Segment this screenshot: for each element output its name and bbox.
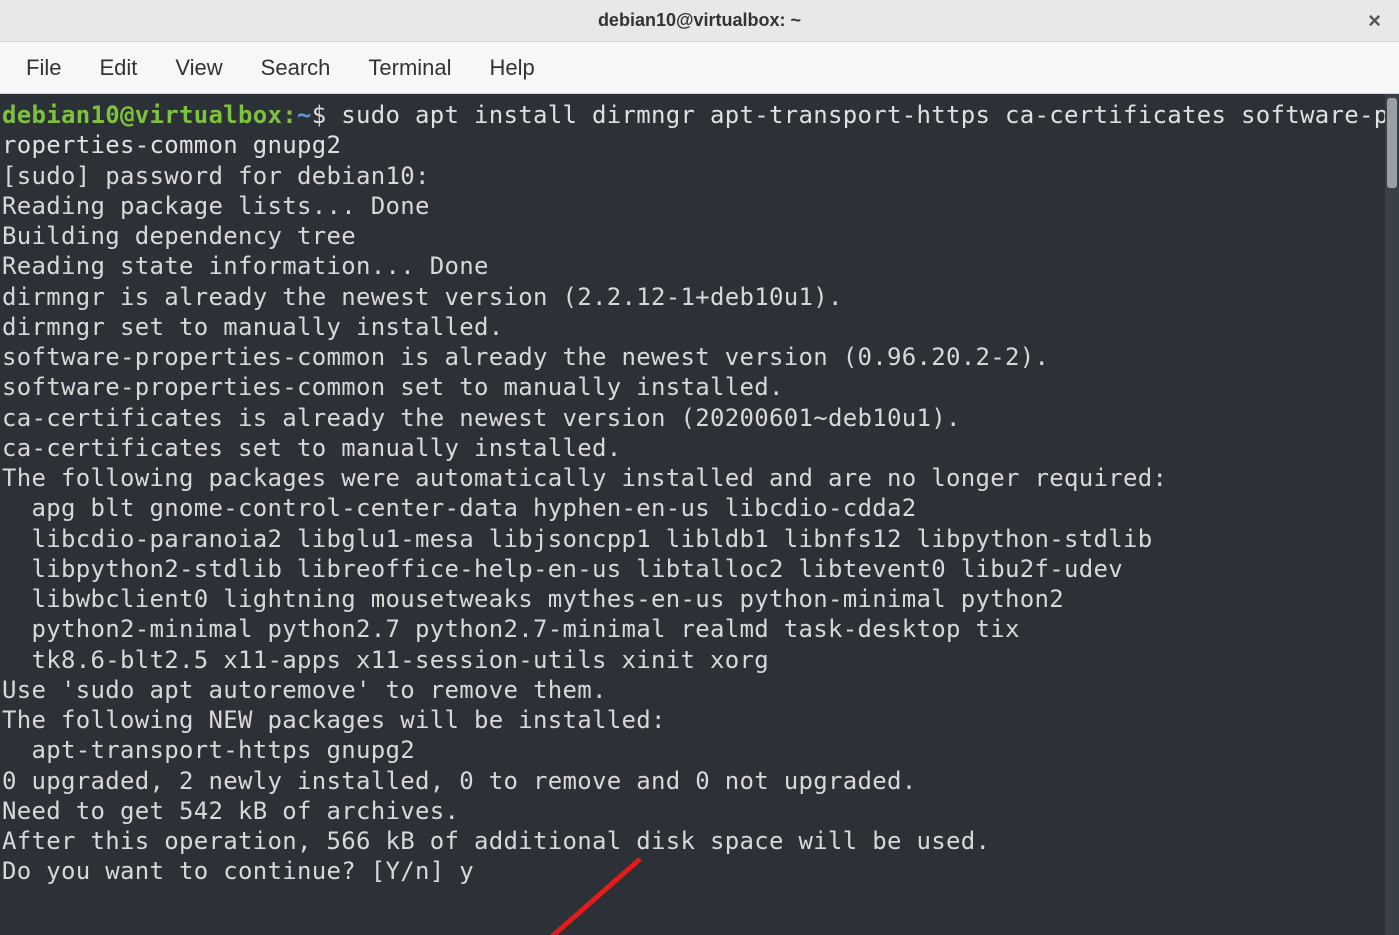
output-line: Need to get 542 kB of archives. bbox=[2, 797, 459, 825]
output-line: [sudo] password for debian10: bbox=[2, 162, 444, 190]
menu-item-terminal[interactable]: Terminal bbox=[354, 49, 465, 87]
output-line: ca-certificates is already the newest ve… bbox=[2, 404, 961, 432]
output-line: The following packages were automaticall… bbox=[2, 464, 1167, 492]
output-line: dirmngr is already the newest version (2… bbox=[2, 283, 843, 311]
terminal-window: debian10@virtualbox: ~ × File Edit View … bbox=[0, 0, 1399, 935]
output-line: libwbclient0 lightning mousetweaks mythe… bbox=[2, 585, 1064, 613]
output-line: software-properties-common is already th… bbox=[2, 343, 1049, 371]
menu-item-search[interactable]: Search bbox=[247, 49, 345, 87]
close-icon[interactable]: × bbox=[1368, 10, 1381, 32]
menu-item-file[interactable]: File bbox=[12, 49, 75, 87]
output-line: Do you want to continue? [Y/n] y bbox=[2, 857, 474, 885]
prompt-path: ~ bbox=[297, 101, 312, 129]
prompt-sigil: $ bbox=[312, 101, 342, 129]
scrollbar[interactable] bbox=[1385, 94, 1399, 935]
menu-item-help[interactable]: Help bbox=[476, 49, 549, 87]
output-line: libpython2-stdlib libreoffice-help-en-us… bbox=[2, 555, 1123, 583]
output-line: Reading package lists... Done bbox=[2, 192, 430, 220]
menu-item-view[interactable]: View bbox=[161, 49, 236, 87]
output-line: dirmngr set to manually installed. bbox=[2, 313, 503, 341]
output-line: Building dependency tree bbox=[2, 222, 459, 250]
output-line: ca-certificates set to manually installe… bbox=[2, 434, 621, 462]
titlebar[interactable]: debian10@virtualbox: ~ × bbox=[0, 0, 1399, 42]
output-line: Reading state information... Done bbox=[2, 252, 489, 280]
output-line: Use 'sudo apt autoremove' to remove them… bbox=[2, 676, 607, 704]
output-line: software-properties-common set to manual… bbox=[2, 373, 784, 401]
output-line: tk8.6-blt2.5 x11-apps x11-session-utils … bbox=[2, 646, 769, 674]
output-line: python2-minimal python2.7 python2.7-mini… bbox=[2, 615, 1020, 643]
terminal-content[interactable]: debian10@virtualbox:~$ sudo apt install … bbox=[0, 94, 1399, 887]
menu-item-edit[interactable]: Edit bbox=[85, 49, 151, 87]
prompt-sep: : bbox=[282, 101, 297, 129]
output-line: apt-transport-https gnupg2 bbox=[2, 736, 415, 764]
output-line: The following NEW packages will be insta… bbox=[2, 706, 666, 734]
scrollbar-thumb[interactable] bbox=[1387, 98, 1397, 188]
output-line: libcdio-paranoia2 libglu1-mesa libjsoncp… bbox=[2, 525, 1152, 553]
terminal-area[interactable]: debian10@virtualbox:~$ sudo apt install … bbox=[0, 94, 1399, 935]
prompt-user-host: debian10@virtualbox bbox=[2, 101, 282, 129]
output-line: After this operation, 566 kB of addition… bbox=[2, 827, 990, 855]
output-line: 0 upgraded, 2 newly installed, 0 to remo… bbox=[2, 767, 916, 795]
window-title: debian10@virtualbox: ~ bbox=[598, 10, 801, 31]
menubar: File Edit View Search Terminal Help bbox=[0, 42, 1399, 94]
output-line: apg blt gnome-control-center-data hyphen… bbox=[2, 494, 916, 522]
